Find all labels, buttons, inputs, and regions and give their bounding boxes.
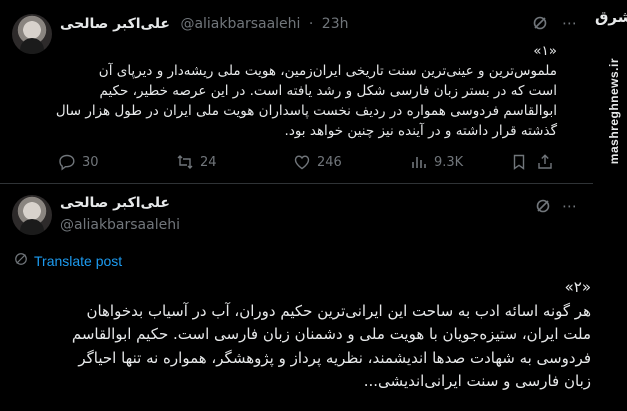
- tweet-1-line: است که در بستر زبان فارسی شکل و رشد یافت…: [99, 83, 557, 99]
- tweet-2-text: «۲» هر گونه اسائه ادب به ساحت این ایرانی…: [21, 276, 591, 394]
- tweet-2-line: فردوسی به شهادت صدها اندیشمند، نظریه پرد…: [78, 348, 591, 367]
- translate-label[interactable]: Translate post: [34, 253, 122, 269]
- author-handle[interactable]: @aliakbarsaalehi: [180, 16, 300, 32]
- author-name[interactable]: علی‌اکبر صالحی: [60, 16, 170, 32]
- dot-separator: ·: [308, 16, 314, 32]
- tweet-2-line: هر گونه اسائه ادب به ساحت این ایرانی‌تری…: [86, 301, 591, 320]
- author-name[interactable]: علی‌اکبر صالحی: [60, 194, 170, 212]
- reply-button[interactable]: 30: [58, 152, 99, 172]
- tweet-1-text: «۱» ملموس‌ترین و عینی‌ترین سنت تاریخی ای…: [37, 41, 557, 141]
- repost-button[interactable]: 24: [176, 152, 217, 172]
- tweet-2-line: زبان فارسی و سنت ایرانی‌اندیشی...: [363, 372, 591, 390]
- more-icon[interactable]: ⋯: [562, 14, 578, 32]
- heart-icon: [294, 155, 310, 170]
- views-button[interactable]: 9.3K: [410, 152, 463, 172]
- share-button[interactable]: [536, 152, 554, 172]
- bookmark-icon: [513, 154, 525, 170]
- tweet-1-line: گذشته قرار داشته و در آینده نیز چنین خوا…: [284, 123, 557, 139]
- timestamp[interactable]: 23h: [322, 16, 349, 32]
- reply-count: 30: [82, 154, 99, 170]
- more-icon[interactable]: ⋯: [562, 197, 578, 215]
- tweet-1[interactable]: علی‌اکبر صالحی @aliakbarsaalehi · 23h ⋯ …: [0, 0, 593, 183]
- tweet-1-line: ابوالقاسم فردوسی همواره در ردیف نخست پاس…: [55, 103, 557, 119]
- tweet-1-actions: 30 24 246 9.3K: [58, 152, 552, 172]
- bookmark-button[interactable]: [510, 152, 528, 172]
- tweet-1-header: علی‌اکبر صالحی @aliakbarsaalehi · 23h: [60, 15, 348, 33]
- tweet-1-line: «۱»: [533, 43, 557, 59]
- tweet-1-line: ملموس‌ترین و عینی‌ترین سنت تاریخی ایران‌…: [98, 63, 557, 79]
- translate-post-link[interactable]: Translate post: [14, 252, 122, 269]
- author-handle[interactable]: @aliakbarsaalehi: [60, 216, 180, 234]
- globe-icon: [14, 252, 28, 269]
- repost-icon: [177, 155, 193, 169]
- repost-count: 24: [200, 154, 217, 170]
- views-icon: [412, 157, 426, 168]
- grok-icon[interactable]: [532, 15, 548, 35]
- avatar[interactable]: [12, 195, 52, 235]
- share-icon: [538, 154, 552, 169]
- tweet-2-line: «۲»: [564, 278, 591, 296]
- like-count: 246: [317, 154, 342, 170]
- tweet-2-line: ملت ایران، ستیزه‌جویان با هویت ملی و دشم…: [71, 325, 591, 343]
- watermark-strip: مشرق mashreghnews.ir: [593, 0, 627, 411]
- reply-icon: [59, 154, 75, 171]
- divider: [0, 183, 593, 184]
- watermark-logo: مشرق: [595, 8, 627, 26]
- watermark-site: mashreghnews.ir: [607, 58, 621, 165]
- grok-icon[interactable]: [535, 198, 551, 218]
- view-count: 9.3K: [434, 154, 464, 170]
- like-button[interactable]: 246: [293, 152, 342, 172]
